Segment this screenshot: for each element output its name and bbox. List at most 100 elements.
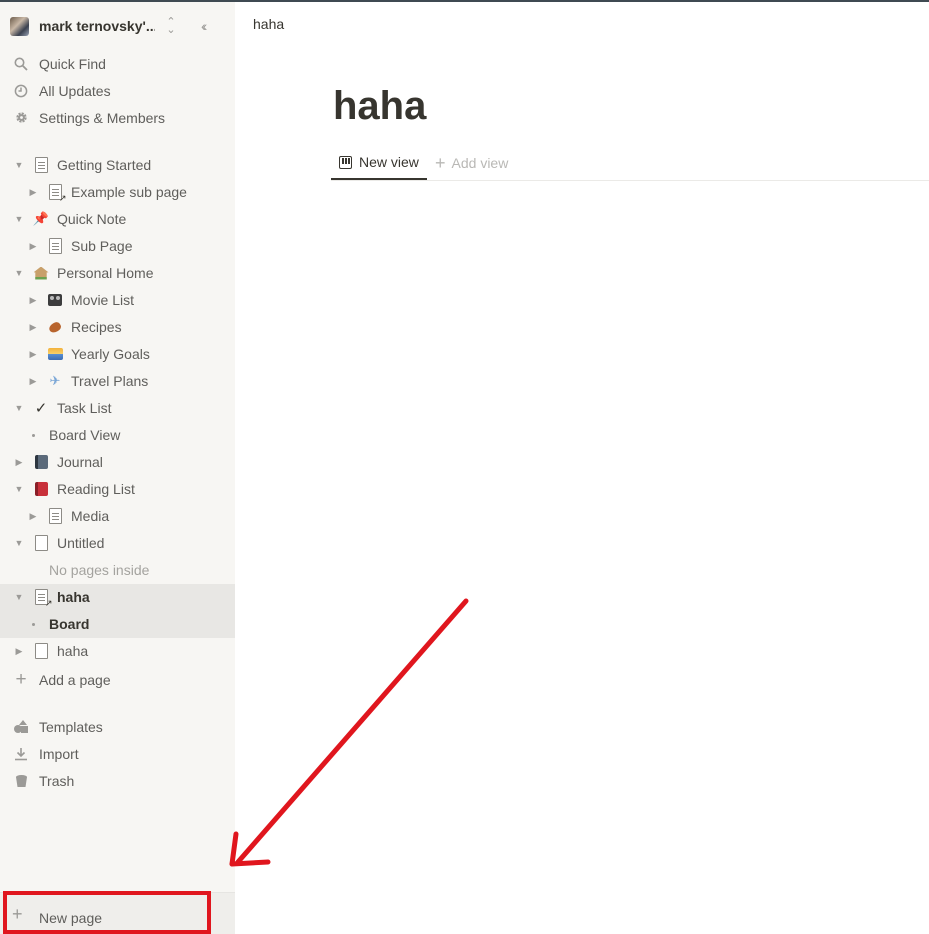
board-icon	[339, 155, 352, 169]
add-view-button[interactable]: + Add view	[435, 146, 508, 180]
sidebar-page-item[interactable]: ▶ haha	[0, 638, 235, 665]
sidebar-page-item[interactable]: ▼ Getting Started	[0, 152, 235, 179]
sidebar-page-item[interactable]: ▼ 📌 Quick Note	[0, 206, 235, 233]
sidebar-page-item: No pages inside	[0, 557, 235, 584]
sidebar-page-label: Recipes	[71, 319, 122, 335]
sidebar-page-item[interactable]: ▶ Movie List	[0, 287, 235, 314]
gear-icon	[12, 109, 30, 127]
airplane-icon: ✈	[49, 373, 61, 388]
checkmark-icon: ✓	[34, 400, 48, 417]
linked-page-icon	[46, 183, 67, 204]
nav-label: Import	[39, 745, 79, 762]
triangle-down-icon[interactable]: ▼	[14, 213, 24, 225]
nav-label: Trash	[39, 772, 75, 789]
triangle-right-icon[interactable]: ▶	[28, 186, 38, 198]
view-tabs-divider	[331, 180, 929, 181]
add-view-label: Add view	[451, 155, 509, 171]
pushpin-icon: 📌	[32, 211, 50, 226]
page-icon	[32, 156, 50, 174]
sidebar-page-item[interactable]: ▼ Untitled	[0, 530, 235, 557]
sidebar: mark ternovsky'... ⌃ ⌄ ‹‹ Quick Find All …	[0, 2, 235, 934]
plus-icon: +	[15, 668, 27, 690]
nav-label: All Updates	[39, 82, 111, 99]
main-content: haha haha New view + Add view	[235, 2, 929, 934]
sidebar-page-label: Personal Home	[57, 265, 154, 281]
page-icon	[46, 237, 64, 255]
triangle-down-icon[interactable]: ▼	[14, 402, 24, 414]
sidebar-page-label: Movie List	[71, 292, 135, 308]
triangle-down-icon[interactable]: ▼	[14, 591, 24, 603]
sidebar-page-item[interactable]: ▼ Personal Home	[0, 260, 235, 287]
triangle-right-icon[interactable]: ▶	[14, 456, 24, 468]
sidebar-page-label: Media	[71, 508, 110, 524]
templates-button[interactable]: Templates	[0, 713, 235, 740]
sidebar-page-item[interactable]: ▼ ✓ Task List	[0, 395, 235, 422]
workspace-switcher[interactable]: mark ternovsky'... ⌃ ⌄	[10, 14, 230, 38]
sidebar-page-label: Board	[49, 616, 90, 632]
triangle-right-icon[interactable]: ▶	[28, 321, 38, 333]
sidebar-page-item[interactable]: ▶ Media	[0, 503, 235, 530]
sidebar-page-label: Sub Page	[71, 238, 133, 254]
book-icon	[32, 480, 50, 498]
sidebar-page-item[interactable]: ▶ Sub Page	[0, 233, 235, 260]
sidebar-page-label: Getting Started	[57, 157, 152, 173]
sidebar-page-label: Travel Plans	[71, 373, 149, 389]
notebook-icon	[32, 453, 50, 471]
search-icon	[12, 55, 30, 73]
sidebar-page-label: Board View	[49, 427, 121, 443]
triangle-down-icon[interactable]: ▼	[14, 159, 24, 171]
sunrise-icon	[46, 345, 64, 363]
double-chevron-left-icon[interactable]: ‹‹	[201, 18, 208, 34]
blank-page-icon	[32, 534, 50, 552]
linked-page-icon	[32, 588, 53, 609]
sidebar-page-item[interactable]: ▶ Recipes	[0, 314, 235, 341]
sidebar-page-label: Reading List	[57, 481, 135, 497]
import-button[interactable]: Import	[0, 740, 235, 767]
triangle-right-icon[interactable]: ▶	[28, 510, 38, 522]
download-icon	[12, 745, 30, 763]
nav-label: Add a page	[39, 671, 111, 688]
bullet-dot-icon	[32, 434, 35, 437]
triangle-down-icon[interactable]: ▼	[14, 537, 24, 549]
sidebar-page-label: Quick Note	[57, 211, 127, 227]
blank-page-icon	[32, 642, 50, 660]
highlight-box	[3, 891, 211, 934]
sidebar-page-label: Example sub page	[71, 184, 187, 200]
triangle-right-icon[interactable]: ▶	[14, 645, 24, 657]
page-title[interactable]: haha	[333, 84, 426, 129]
add-page-button[interactable]: + Add a page	[0, 666, 235, 693]
sidebar-page-item[interactable]: ▶ Yearly Goals	[0, 341, 235, 368]
tab-new-view[interactable]: New view	[331, 146, 427, 180]
sidebar-page-item[interactable]: ▶ Example sub page	[0, 179, 235, 206]
sidebar-page-item[interactable]: ▼ haha	[0, 584, 235, 611]
workspace-name: mark ternovsky'...	[39, 18, 155, 34]
sidebar-page-label: haha	[57, 589, 90, 605]
house-icon	[32, 264, 50, 282]
settings-members-button[interactable]: Settings & Members	[0, 104, 235, 131]
sidebar-page-item[interactable]: ▶ Journal	[0, 449, 235, 476]
plus-icon: +	[435, 153, 446, 173]
triangle-down-icon[interactable]: ▼	[14, 483, 24, 495]
shapes-icon	[12, 718, 30, 736]
all-updates-button[interactable]: All Updates	[0, 77, 235, 104]
movie-camera-icon	[46, 291, 64, 309]
nav-label: Quick Find	[39, 55, 106, 72]
quick-find-button[interactable]: Quick Find	[0, 50, 235, 77]
triangle-down-icon[interactable]: ▼	[14, 267, 24, 279]
sidebar-page-item[interactable]: Board View	[0, 422, 235, 449]
triangle-right-icon[interactable]: ▶	[28, 375, 38, 387]
triangle-right-icon[interactable]: ▶	[28, 240, 38, 252]
triangle-right-icon[interactable]: ▶	[28, 348, 38, 360]
sidebar-page-label: No pages inside	[49, 562, 150, 578]
trash-button[interactable]: Trash	[0, 767, 235, 794]
triangle-right-icon[interactable]: ▶	[28, 294, 38, 306]
sidebar-page-label: Yearly Goals	[71, 346, 150, 362]
sidebar-page-item[interactable]: ▶ ✈ Travel Plans	[0, 368, 235, 395]
chevron-up-down-icon: ⌃ ⌄	[166, 16, 176, 36]
page-icon	[46, 507, 64, 525]
sidebar-page-label: Journal	[57, 454, 103, 470]
breadcrumb[interactable]: haha	[253, 16, 284, 32]
sidebar-page-item[interactable]: ▼ Reading List	[0, 476, 235, 503]
nav-label: Templates	[39, 718, 103, 735]
sidebar-page-item[interactable]: Board	[0, 611, 235, 638]
